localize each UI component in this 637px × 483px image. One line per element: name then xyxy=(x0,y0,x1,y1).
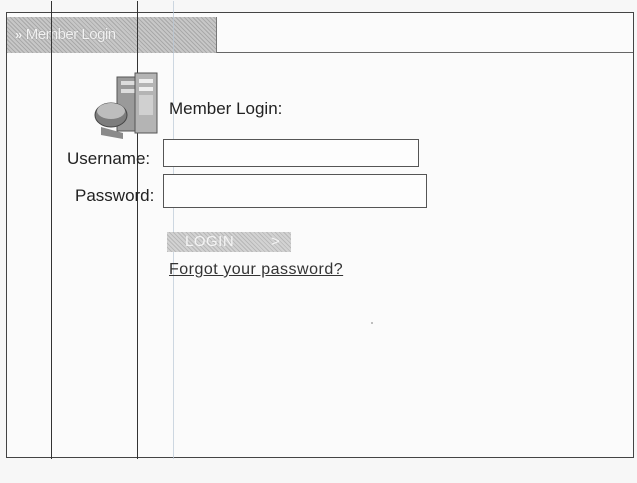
password-label: Password: xyxy=(75,186,155,205)
tab-label: Member Login xyxy=(25,26,116,43)
divider-line xyxy=(173,1,174,459)
login-heading: Member Login: xyxy=(169,99,283,118)
forgot-password-link[interactable]: Forgot your password? xyxy=(169,261,343,279)
double-chevron-icon: » xyxy=(15,27,22,42)
tab-title: » Member Login xyxy=(15,26,116,43)
divider-line xyxy=(51,1,52,459)
arrow-right-icon: > xyxy=(271,233,280,250)
scan-speck xyxy=(371,322,373,324)
divider-line xyxy=(137,1,138,459)
member-server-icon xyxy=(94,72,158,139)
username-field[interactable] xyxy=(163,139,419,167)
username-label: Username: xyxy=(67,149,151,168)
password-field[interactable] xyxy=(163,174,427,208)
login-button[interactable]: LOGIN > xyxy=(167,232,291,252)
login-button-label: LOGIN xyxy=(185,233,235,250)
member-login-tab[interactable]: » Member Login xyxy=(7,17,217,53)
panel-header: » Member Login xyxy=(7,13,633,53)
login-panel: » Member Login Member Login: Username: Pa… xyxy=(6,1,634,459)
